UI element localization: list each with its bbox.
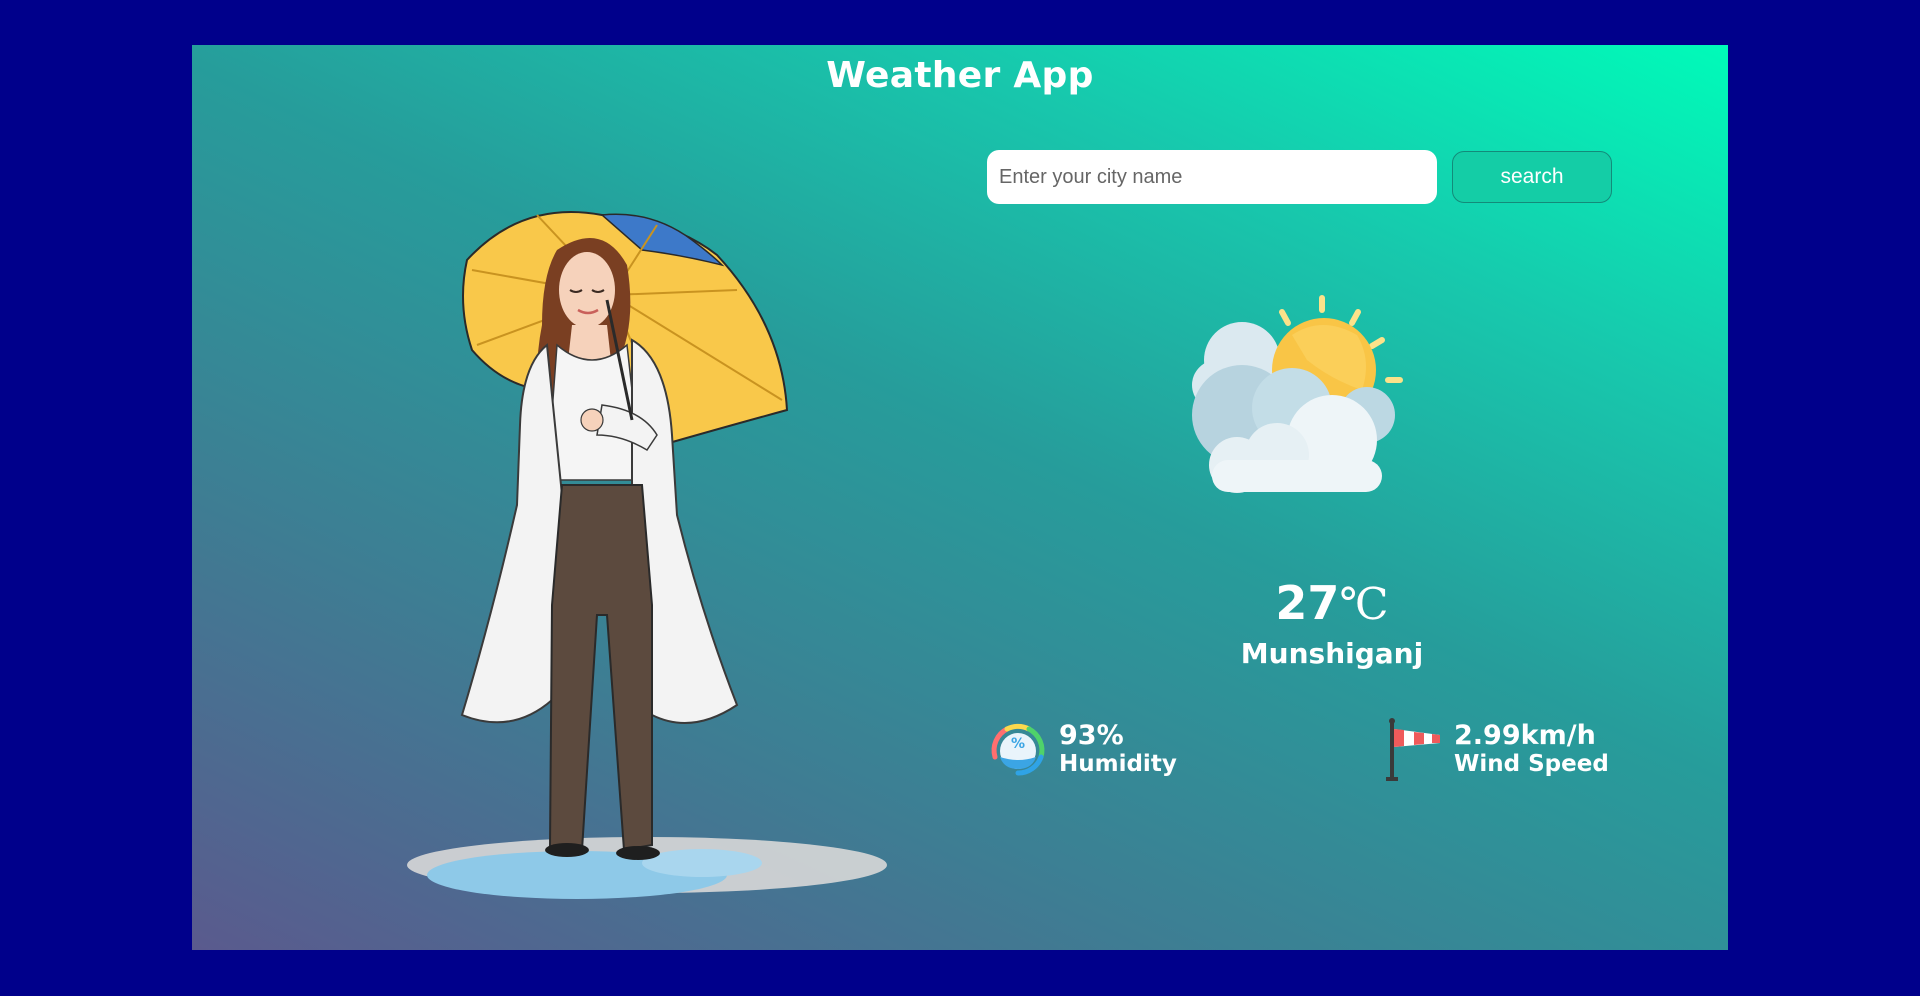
city-name: Munshiganj — [1240, 637, 1424, 670]
wind-speed-detail: 2.99km/h Wind Speed — [1382, 717, 1609, 781]
city-search-input[interactable] — [987, 150, 1437, 204]
temperature-unit: ℃ — [1339, 579, 1389, 630]
temperature-display: 27℃ — [1232, 580, 1432, 627]
app-title: Weather App — [826, 55, 1094, 96]
humidity-label: Humidity — [1059, 751, 1177, 778]
windsock-icon — [1386, 718, 1440, 781]
humidity-icon: % — [991, 723, 1045, 776]
temperature-value: 27 — [1275, 576, 1340, 630]
svg-text:%: % — [1011, 736, 1025, 752]
weather-app-card: Weather App search — [192, 45, 1728, 950]
wind-speed-value: 2.99km/h — [1454, 720, 1596, 752]
wind-speed-label: Wind Speed — [1454, 751, 1609, 778]
humidity-value: 93% — [1059, 720, 1124, 752]
woman-with-umbrella-illustration — [407, 211, 887, 899]
humidity-detail: % 93% Humidity — [987, 717, 1177, 781]
partly-cloudy-icon — [1192, 295, 1403, 493]
search-button[interactable]: search — [1452, 151, 1612, 203]
